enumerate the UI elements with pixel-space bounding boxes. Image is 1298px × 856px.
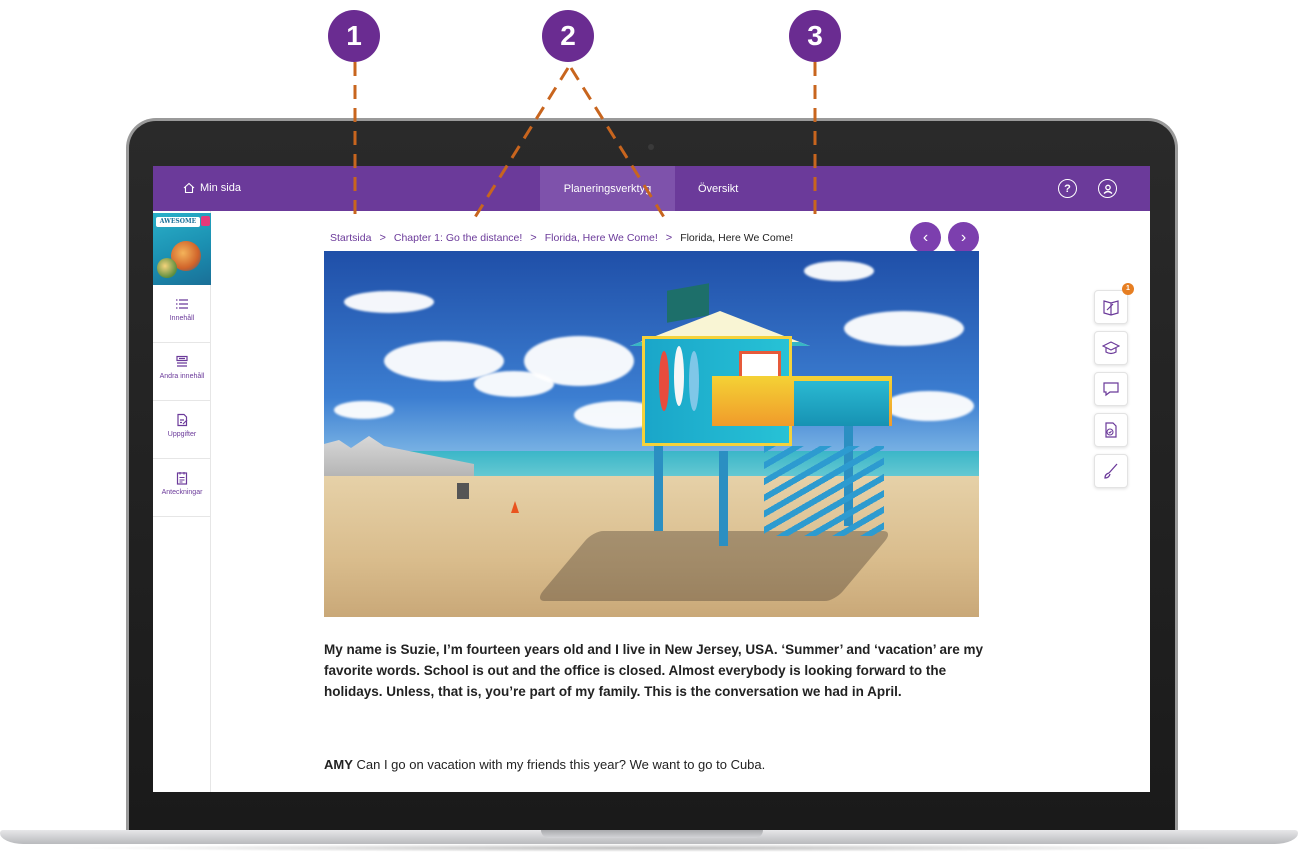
tool-book-pen[interactable] bbox=[1094, 290, 1128, 324]
comment-icon bbox=[1103, 382, 1119, 397]
dialog-line: AMY Can I go on vacation with my friends… bbox=[324, 757, 765, 772]
tool-brush[interactable] bbox=[1094, 454, 1128, 488]
tool-document-check[interactable] bbox=[1094, 413, 1128, 447]
cover-globe-small bbox=[157, 258, 177, 278]
book-cover[interactable]: AWESOME bbox=[153, 213, 211, 285]
tool-comment[interactable] bbox=[1094, 372, 1128, 406]
breadcrumb-current: Florida, Here We Come! bbox=[680, 232, 794, 244]
sidebar-item-label: Innehåll bbox=[169, 315, 195, 322]
breadcrumb-separator: > bbox=[379, 232, 386, 244]
home-label: Min sida bbox=[200, 182, 241, 194]
previous-page-button[interactable]: ‹ bbox=[910, 222, 941, 253]
callout-2: 2 bbox=[542, 10, 594, 62]
breadcrumb-separator: > bbox=[665, 232, 673, 244]
breadcrumb-separator: > bbox=[530, 232, 537, 244]
next-page-button[interactable]: › bbox=[948, 222, 979, 253]
laptop-base bbox=[0, 826, 1298, 856]
camera bbox=[648, 144, 654, 150]
home-link[interactable]: Min sida bbox=[183, 182, 241, 194]
intro-paragraph: My name is Suzie, I’m fourteen years old… bbox=[324, 642, 983, 699]
breadcrumb-link-startsida[interactable]: Startsida bbox=[330, 232, 371, 244]
breadcrumb: Startsida > Chapter 1: Go the distance! … bbox=[330, 232, 793, 244]
breadcrumb-link-section[interactable]: Florida, Here We Come! bbox=[545, 232, 658, 244]
help-circle-icon[interactable]: ? bbox=[1058, 179, 1077, 198]
sidebar-item-label: Anteckningar bbox=[161, 489, 203, 496]
tab-planeringsverktyg[interactable]: Planeringsverktyg bbox=[540, 166, 675, 211]
sidebar-item-uppgifter[interactable]: Uppgifter bbox=[153, 401, 211, 459]
beach-lifeguard-tower-image bbox=[324, 251, 979, 617]
graduation-cap-icon bbox=[1102, 341, 1120, 355]
sidebar-item-label: Uppgifter bbox=[167, 431, 197, 438]
dialog-speaker: AMY bbox=[324, 757, 353, 772]
top-navigation-bar: Min sida Planeringsverktyg Översikt ? bbox=[153, 166, 1150, 211]
task-edit-icon bbox=[177, 413, 188, 427]
stack-icon bbox=[176, 355, 188, 367]
tab-label: Översikt bbox=[698, 182, 739, 195]
sidebar-item-label: Andra innehåll bbox=[159, 373, 205, 380]
brush-icon bbox=[1104, 463, 1118, 479]
list-icon bbox=[176, 299, 188, 309]
sidebar-item-innehall[interactable]: Innehåll bbox=[153, 285, 211, 343]
tool-graduation[interactable] bbox=[1094, 331, 1128, 365]
user-circle-icon[interactable] bbox=[1098, 179, 1117, 198]
sidebar-item-andra-innehall[interactable]: Andra innehåll bbox=[153, 343, 211, 401]
callout-3: 3 bbox=[789, 10, 841, 62]
dialog-text: Can I go on vacation with my friends thi… bbox=[352, 757, 766, 772]
notes-icon bbox=[176, 472, 188, 485]
callout-1: 1 bbox=[328, 10, 380, 62]
sidebar: AWESOME Innehåll Andra innehåll Uppgifte… bbox=[153, 211, 211, 792]
cover-title: AWESOME bbox=[156, 217, 200, 227]
home-icon bbox=[183, 182, 195, 194]
sidebar-item-anteckningar[interactable]: Anteckningar bbox=[153, 459, 211, 517]
cover-badge bbox=[201, 216, 210, 226]
tab-oversikt[interactable]: Översikt bbox=[680, 166, 756, 211]
tab-label: Planeringsverktyg bbox=[563, 182, 652, 195]
breadcrumb-link-chapter[interactable]: Chapter 1: Go the distance! bbox=[394, 232, 522, 244]
app-screen: Min sida Planeringsverktyg Översikt ? AW… bbox=[153, 166, 1150, 792]
book-pen-icon bbox=[1103, 300, 1119, 316]
notification-badge: 1 bbox=[1122, 283, 1134, 295]
document-check-icon bbox=[1105, 422, 1117, 438]
